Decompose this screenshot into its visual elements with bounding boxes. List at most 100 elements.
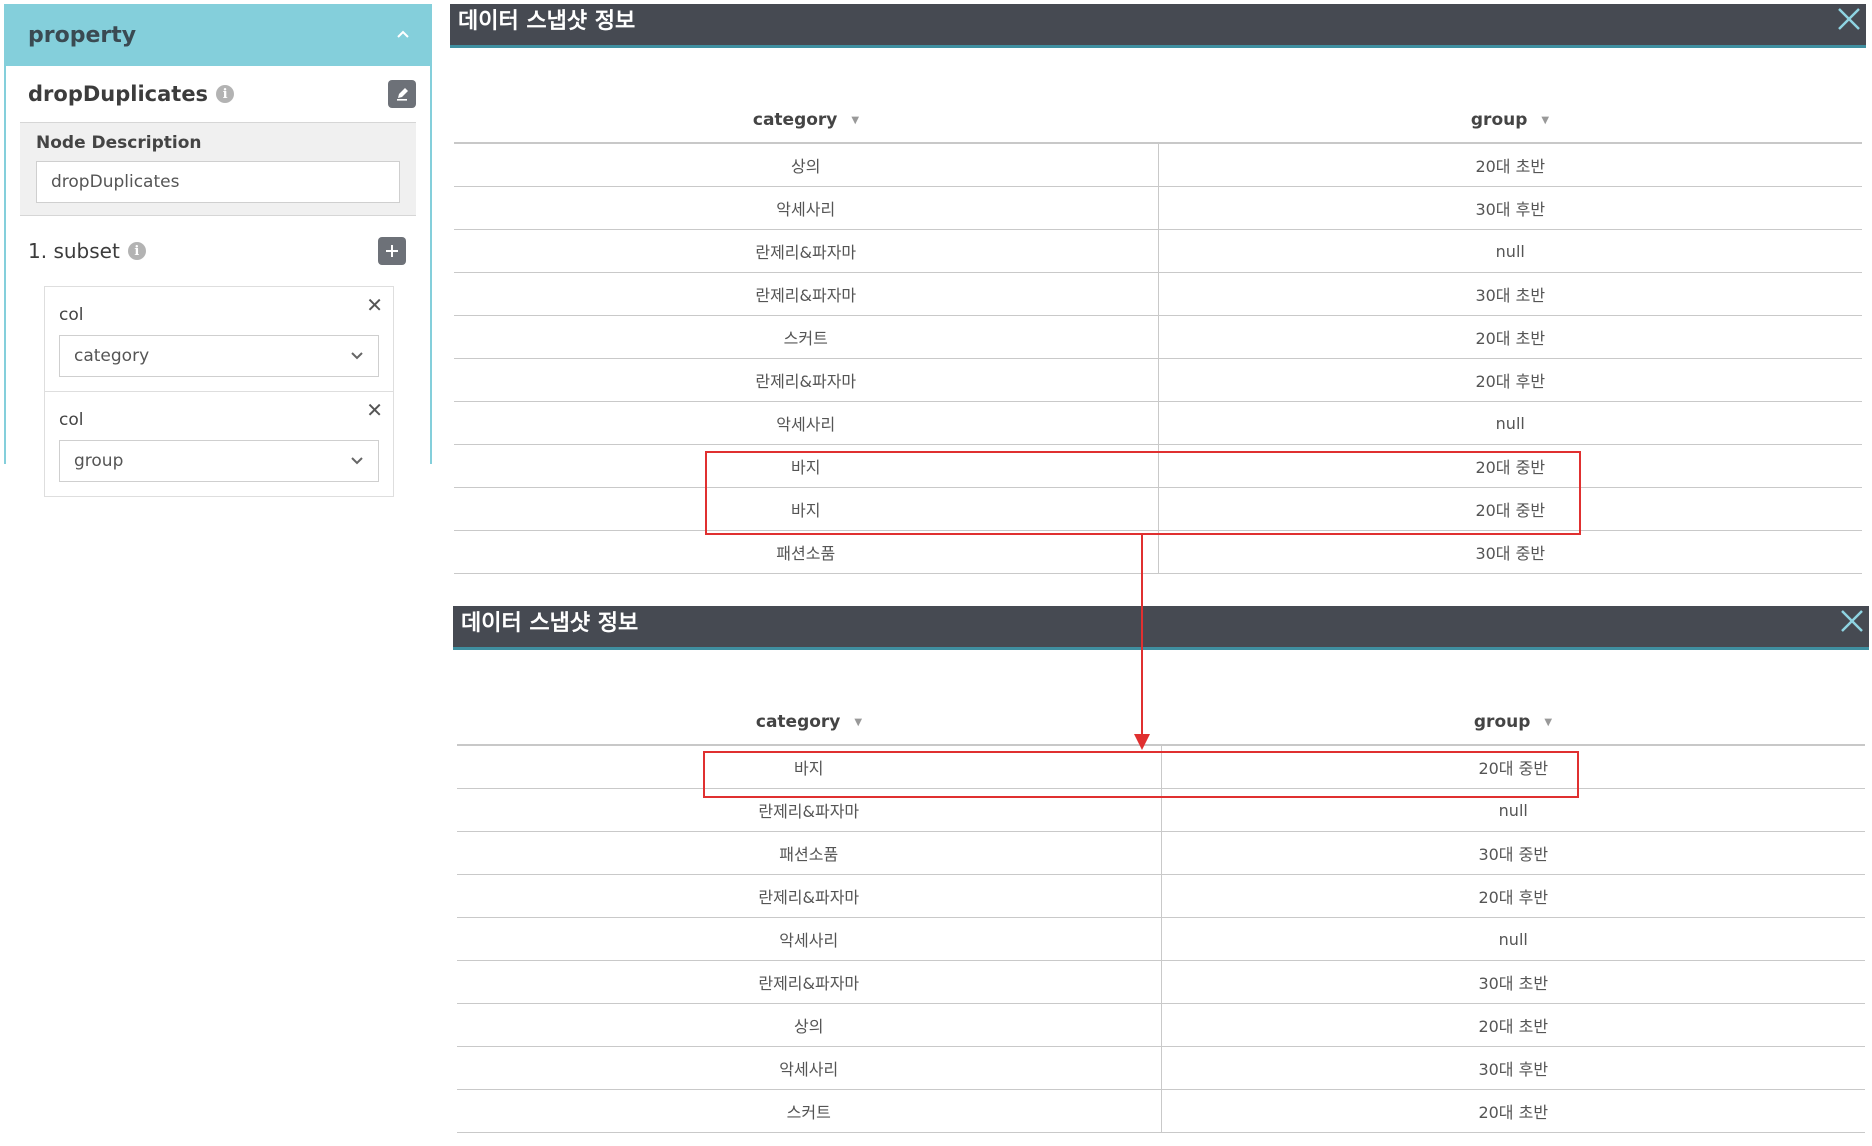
cell-category: 란제리&파자마 — [457, 789, 1162, 831]
cell-group: 30대 초반 — [1475, 286, 1546, 305]
cell-group: null — [1498, 800, 1528, 820]
property-panel-header[interactable]: property — [6, 4, 430, 66]
cell-group: 20대 초반 — [1475, 329, 1546, 348]
property-panel: property dropDuplicates i Node Descripti… — [4, 4, 432, 497]
cell-category: 스커트 — [457, 1090, 1162, 1132]
cell-category: 란제리&파자마 — [454, 273, 1159, 315]
plus-icon — [386, 245, 398, 257]
sort-caret-icon[interactable]: ▼ — [854, 717, 862, 728]
table-row[interactable]: 상의 20대 초반 — [454, 144, 1862, 187]
chevron-up-icon[interactable] — [396, 29, 409, 41]
cell-category: 악세사리 — [457, 1047, 1162, 1089]
subset-col-list: ✕ col category ✕ col group — [44, 286, 394, 497]
cell-group: 30대 후반 — [1475, 200, 1546, 219]
col-label: col — [59, 410, 84, 430]
cell-group: null — [1498, 929, 1528, 949]
cell-group: null — [1495, 241, 1525, 261]
table-row[interactable]: 란제리&파자마 30대 초반 — [457, 961, 1865, 1004]
sort-caret-icon[interactable]: ▼ — [1544, 717, 1552, 728]
chevron-down-icon — [351, 352, 363, 360]
cell-category: 란제리&파자마 — [454, 230, 1159, 272]
cell-group: 30대 후반 — [1478, 1060, 1549, 1079]
column-header-group[interactable]: group ▼ — [1161, 712, 1865, 732]
snapshot-window-before: 데이터 스냅샷 정보 category ▼ group ▼ 상의 20대 초반 악세사리… — [450, 4, 1866, 584]
cell-group: 20대 후반 — [1475, 372, 1546, 391]
col-select-value: group — [74, 451, 124, 471]
table-row[interactable]: 패션소품 30대 중반 — [457, 832, 1865, 875]
cell-category: 란제리&파자마 — [457, 875, 1162, 917]
table-row[interactable]: 상의 20대 초반 — [457, 1004, 1865, 1047]
table-row[interactable]: 스커트 20대 초반 — [454, 316, 1862, 359]
cell-category: 바지 — [454, 488, 1159, 530]
cell-category: 패션소품 — [454, 531, 1159, 573]
cell-group: 30대 초반 — [1478, 974, 1549, 993]
close-icon[interactable]: ✕ — [366, 398, 383, 422]
cell-category: 란제리&파자마 — [454, 359, 1159, 401]
col-select[interactable]: category — [59, 335, 379, 377]
cell-group: 20대 초반 — [1478, 1017, 1549, 1036]
table-header: category ▼ group ▼ — [454, 98, 1862, 144]
sort-caret-icon[interactable]: ▼ — [1541, 115, 1549, 126]
subset-label: 1. subset — [28, 239, 120, 263]
snapshot-title: 데이터 스냅샷 정보 — [458, 8, 636, 34]
property-panel-title: property — [28, 22, 137, 48]
table-row[interactable]: 악세사리 null — [457, 918, 1865, 961]
col-select-value: category — [74, 346, 150, 366]
table-body: 바지 20대 중반 란제리&파자마 null 패션소품 30대 중반 란제리&파자마 20대 … — [457, 746, 1865, 1133]
snapshot-title-bar: 데이터 스냅샷 정보 — [453, 606, 1869, 650]
table-row[interactable]: 악세사리 null — [454, 402, 1862, 445]
info-icon[interactable]: i — [127, 242, 146, 260]
cell-group: 20대 후반 — [1478, 888, 1549, 907]
cell-group: 30대 중반 — [1475, 544, 1546, 563]
snapshot-title-bar: 데이터 스냅샷 정보 — [450, 4, 1866, 48]
node-description-label: Node Description — [36, 133, 202, 153]
cell-category: 악세사리 — [457, 918, 1162, 960]
column-header-category[interactable]: category ▼ — [454, 110, 1158, 130]
cell-category: 패션소품 — [457, 832, 1162, 874]
edit-icon[interactable] — [388, 80, 416, 108]
close-icon[interactable] — [1839, 608, 1865, 634]
table-row[interactable]: 스커트 20대 초반 — [457, 1090, 1865, 1133]
column-header-category[interactable]: category ▼ — [457, 712, 1161, 732]
close-icon[interactable] — [1836, 6, 1862, 32]
add-col-button[interactable] — [378, 237, 406, 265]
snapshot-title: 데이터 스냅샷 정보 — [461, 610, 639, 636]
table-row[interactable]: 란제리&파자마 null — [457, 789, 1865, 832]
table-row[interactable]: 란제리&파자마 20대 후반 — [454, 359, 1862, 402]
cell-category: 란제리&파자마 — [457, 961, 1162, 1003]
cell-category: 바지 — [454, 445, 1159, 487]
table-row[interactable]: 란제리&파자마 20대 후반 — [457, 875, 1865, 918]
table-row[interactable]: 악세사리 30대 후반 — [457, 1047, 1865, 1090]
node-name-row: dropDuplicates i — [6, 66, 430, 122]
col-item: ✕ col category — [45, 287, 393, 392]
info-icon[interactable]: i — [216, 85, 235, 103]
cell-category: 스커트 — [454, 316, 1159, 358]
table-row[interactable]: 란제리&파자마 30대 초반 — [454, 273, 1862, 316]
cell-group: 20대 초반 — [1478, 1103, 1549, 1122]
col-select[interactable]: group — [59, 440, 379, 482]
cell-category: 상의 — [457, 1004, 1162, 1046]
table-row[interactable]: 악세사리 30대 후반 — [454, 187, 1862, 230]
node-description-input[interactable] — [36, 161, 400, 203]
table-row[interactable]: 패션소품 30대 중반 — [454, 531, 1862, 574]
column-header-group[interactable]: group ▼ — [1158, 110, 1862, 130]
cell-category: 바지 — [457, 746, 1162, 788]
table-row[interactable]: 바지 20대 중반 — [457, 746, 1865, 789]
cell-group: 20대 중반 — [1475, 458, 1546, 477]
sort-caret-icon[interactable]: ▼ — [851, 115, 859, 126]
chevron-down-icon — [351, 457, 363, 465]
cell-category: 악세사리 — [454, 402, 1159, 444]
col-item: ✕ col group — [45, 392, 393, 496]
cell-category: 상의 — [454, 144, 1159, 186]
close-icon[interactable]: ✕ — [366, 293, 383, 317]
cell-group: 20대 중반 — [1478, 759, 1549, 778]
table-header: category ▼ group ▼ — [457, 700, 1865, 746]
table-row[interactable]: 바지 20대 중반 — [454, 445, 1862, 488]
snapshot-window-after: 데이터 스냅샷 정보 category ▼ group ▼ 바지 20대 중반란제리&… — [453, 606, 1869, 1146]
node-description-section: Node Description — [20, 122, 416, 216]
table-row[interactable]: 란제리&파자마 null — [454, 230, 1862, 273]
table-row[interactable]: 바지 20대 중반 — [454, 488, 1862, 531]
node-name: dropDuplicates — [28, 82, 209, 106]
cell-category: 악세사리 — [454, 187, 1159, 229]
subset-row: 1. subset i — [6, 224, 430, 278]
